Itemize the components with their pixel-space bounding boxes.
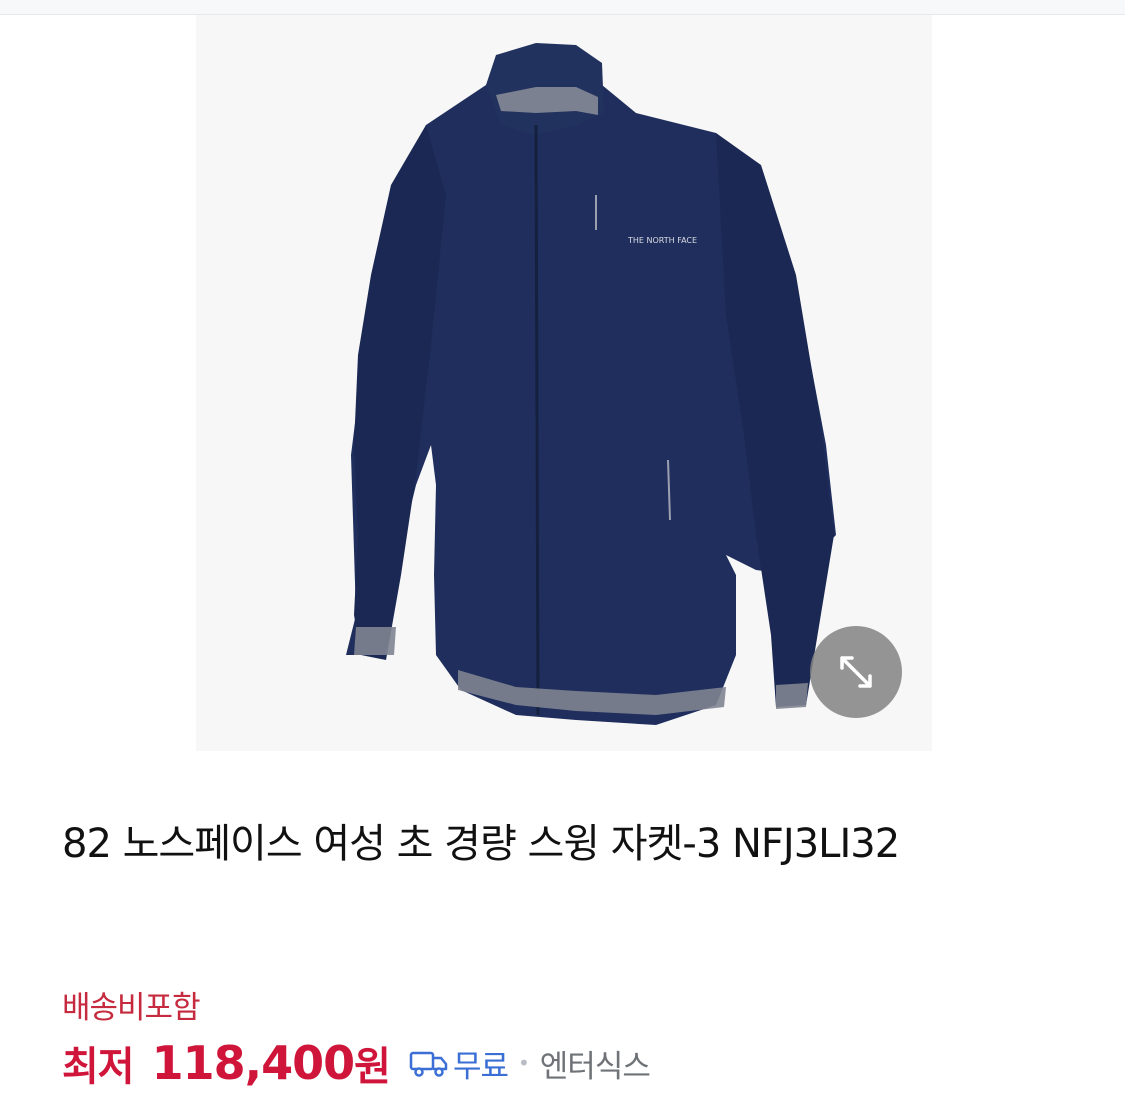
shipping-included-note: 배송비포함 [62,990,201,1026]
product-image[interactable]: THE NORTH FACE [196,15,932,751]
product-title: 82 노스페이스 여성 초 경량 스윙 자켓-3 NFJ3LI32 [62,821,900,867]
truck-icon [409,1047,449,1079]
seller-name[interactable]: 엔터식스 [540,1041,651,1086]
price-unit: 원 [354,1044,391,1090]
lowest-price-label: 최저 [62,1044,135,1090]
price-value: 118,400 [151,1036,356,1090]
price-row: 최저 118,400 원 무료 • 엔터식스 [62,1028,651,1098]
expand-icon [840,656,872,688]
expand-image-button[interactable] [810,626,902,718]
top-divider [0,0,1125,15]
brand-logo: THE NORTH FACE [627,236,697,245]
free-delivery-label: 무료 [452,1048,509,1085]
separator-dot: • [517,1051,530,1075]
